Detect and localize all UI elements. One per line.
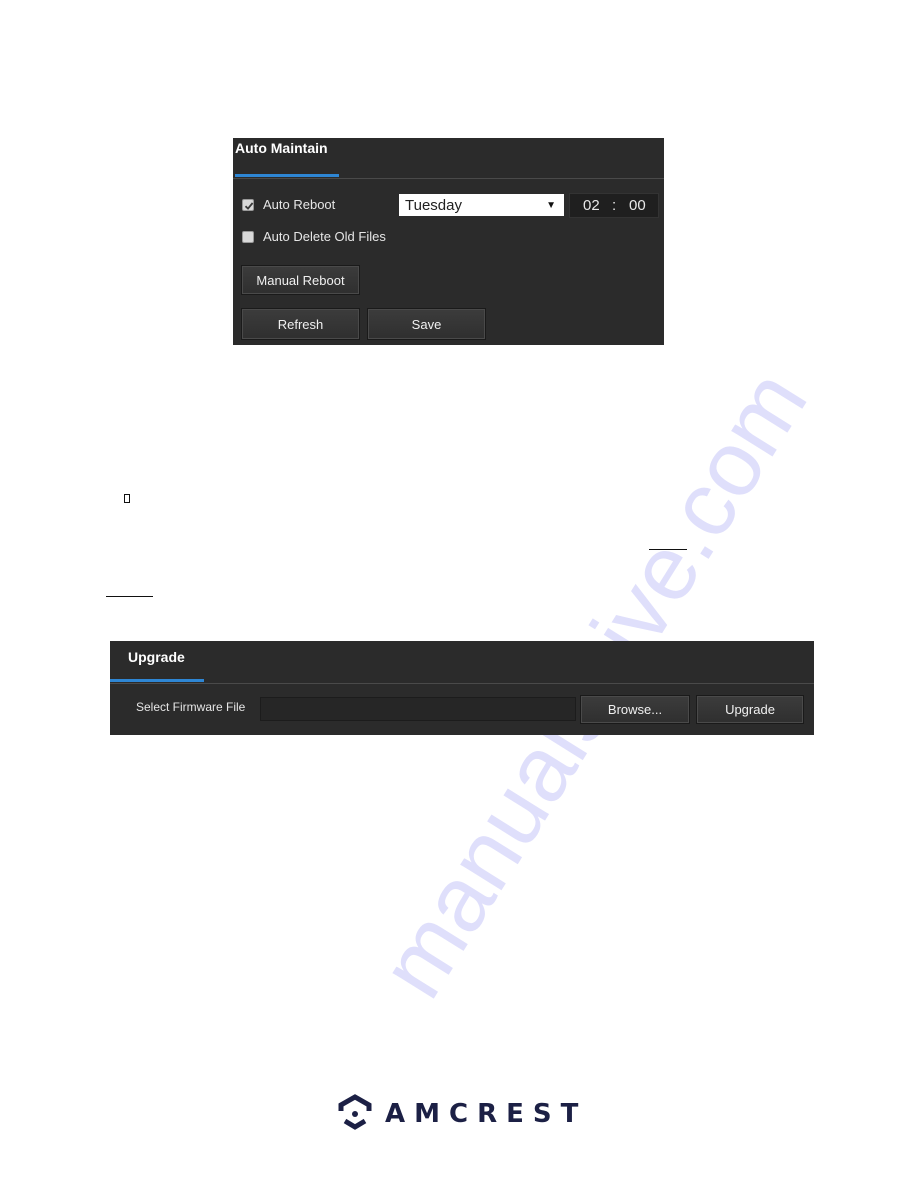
browse-button[interactable]: Browse... [580, 695, 690, 724]
auto-delete-label: Auto Delete Old Files [263, 229, 386, 244]
upgrade-panel: Upgrade Select Firmware File Browse... U… [110, 641, 814, 735]
refresh-button[interactable]: Refresh [241, 308, 360, 340]
reboot-minute[interactable]: 00 [629, 197, 646, 214]
tab-bar: Auto Maintain [233, 138, 664, 179]
dropdown-arrow-icon: ▼ [546, 199, 556, 211]
amcrest-hex-icon [338, 1094, 372, 1130]
tab-auto-maintain[interactable]: Auto Maintain [235, 140, 328, 156]
brand-name: AMCREST [385, 1099, 588, 1129]
auto-reboot-label: Auto Reboot [263, 197, 336, 212]
bullet-glyph [124, 494, 130, 503]
tab-bar: Upgrade [110, 641, 814, 684]
reboot-day-select[interactable]: Tuesday ▼ [399, 194, 564, 216]
reboot-time-input[interactable]: 02 : 00 [569, 193, 659, 218]
time-separator: : [612, 197, 617, 214]
checkmark-icon [244, 202, 254, 210]
reboot-hour[interactable]: 02 [583, 197, 600, 214]
auto-reboot-checkbox[interactable] [242, 199, 254, 211]
active-tab-indicator [110, 679, 204, 682]
upgrade-button[interactable]: Upgrade [696, 695, 804, 724]
active-tab-indicator [235, 174, 339, 177]
save-button[interactable]: Save [367, 308, 486, 340]
manual-reboot-button[interactable]: Manual Reboot [241, 265, 360, 295]
firmware-file-label: Select Firmware File [136, 700, 246, 714]
underlined-link-2[interactable] [106, 596, 153, 597]
reboot-day-value: Tuesday [405, 196, 462, 214]
tab-upgrade[interactable]: Upgrade [128, 649, 185, 665]
auto-delete-checkbox[interactable] [242, 231, 254, 243]
amcrest-logo: AMCREST [337, 1094, 587, 1134]
underlined-link-1[interactable] [649, 549, 687, 550]
auto-maintain-panel: Auto Maintain Auto Reboot Tuesday ▼ 02 :… [233, 138, 664, 345]
firmware-file-input[interactable] [260, 697, 576, 721]
